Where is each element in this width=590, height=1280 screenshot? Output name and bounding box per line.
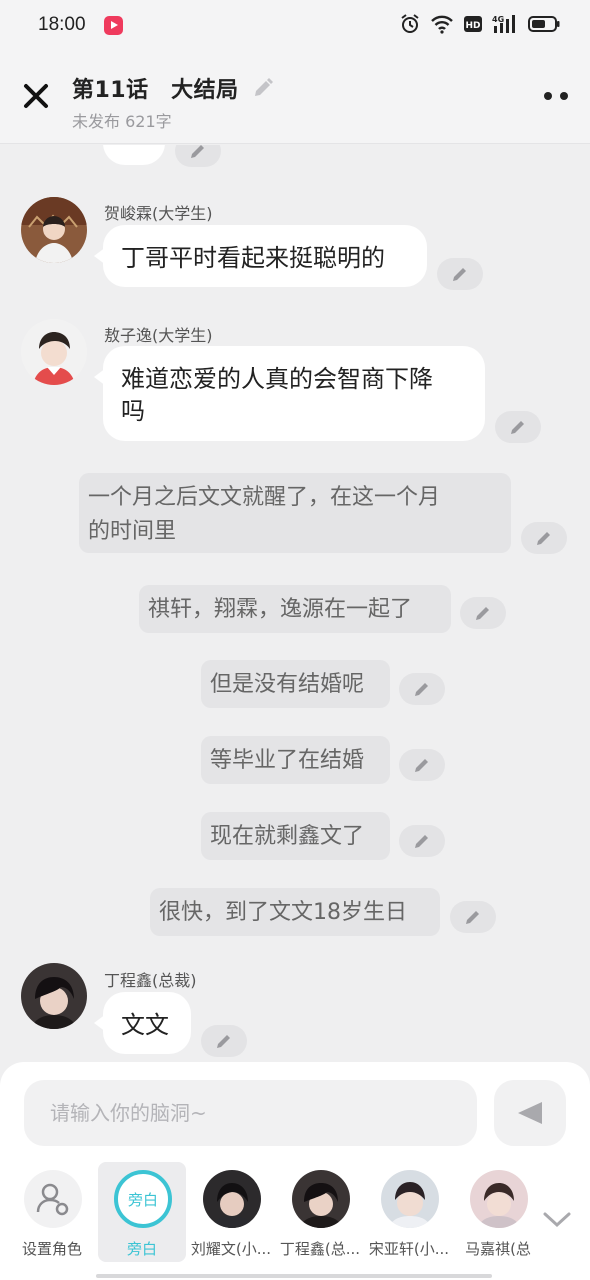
edit-message-button[interactable] bbox=[521, 522, 567, 554]
pencil-icon bbox=[453, 268, 466, 281]
role-character[interactable]: 丁程鑫(总... bbox=[276, 1162, 364, 1262]
screen-record-icon bbox=[104, 16, 123, 35]
role-label: 设置角色 bbox=[21, 1240, 82, 1258]
send-button[interactable] bbox=[494, 1080, 566, 1146]
narration-text: 但是没有结婚呢 bbox=[210, 672, 365, 697]
signal-4g-icon: 4G bbox=[492, 15, 515, 33]
edit-message-button[interactable] bbox=[437, 258, 483, 290]
role-label: 宋亚轩(小... bbox=[368, 1240, 450, 1258]
chevron-down-icon[interactable] bbox=[542, 1208, 572, 1230]
narration-bubble[interactable]: 现在就剩鑫文了 bbox=[201, 812, 390, 860]
chapter-title: 第11话 大结局 bbox=[72, 78, 239, 103]
edit-title-icon[interactable] bbox=[251, 76, 275, 100]
pencil-icon bbox=[511, 421, 524, 434]
narrator-badge: 旁白 bbox=[114, 1170, 172, 1228]
narration-text: 现在就剩鑫文了 bbox=[210, 824, 365, 849]
editor-header: 第11话 大结局 未发布 621字 bbox=[0, 52, 590, 144]
message-text-line: 难道恋爱的人真的会智商下降 bbox=[121, 365, 433, 393]
role-selector: 设置角色 旁白 旁白 刘耀文(小... 丁程鑫(总... 宋亚轩(小... 马嘉… bbox=[0, 1162, 590, 1262]
avatar[interactable] bbox=[21, 319, 87, 385]
narration-bubble[interactable]: 很快，到了文文18岁生日 bbox=[150, 888, 440, 936]
edit-message-button[interactable] bbox=[460, 597, 506, 629]
character-name: 敖子逸(大学生) bbox=[104, 326, 213, 345]
chat-area[interactable]: 贺峻霖(大学生) 丁哥平时看起来挺聪明的 敖子逸(大学生) 难道恋爱的人真的会智… bbox=[0, 145, 590, 1075]
narration-text-line: 的时间里 bbox=[88, 519, 177, 544]
role-narrator[interactable]: 旁白 旁白 bbox=[98, 1162, 186, 1262]
alarm-icon bbox=[401, 14, 419, 33]
narration-bubble[interactable]: 但是没有结婚呢 bbox=[201, 660, 390, 708]
role-label: 马嘉祺(总 bbox=[465, 1240, 531, 1258]
role-scrollbar[interactable] bbox=[96, 1274, 492, 1278]
pencil-icon bbox=[191, 145, 204, 158]
edit-message-button[interactable] bbox=[495, 411, 541, 443]
narrator-badge-text: 旁白 bbox=[127, 1190, 158, 1209]
set-role-icon-wrap bbox=[24, 1170, 82, 1228]
role-character[interactable]: 宋亚轩(小... bbox=[365, 1162, 453, 1262]
wifi-icon bbox=[431, 15, 453, 34]
chapter-status: 未发布 621字 bbox=[72, 112, 172, 131]
avatar bbox=[381, 1170, 439, 1228]
message-input[interactable] bbox=[24, 1080, 477, 1146]
avatar bbox=[470, 1170, 528, 1228]
hd-icon: HD bbox=[464, 16, 482, 32]
character-name: 贺峻霖(大学生) bbox=[104, 204, 213, 223]
narration-bubble[interactable]: 等毕业了在结婚 bbox=[201, 736, 390, 784]
narration-text: 很快，到了文文18岁生日 bbox=[159, 900, 407, 925]
edit-message-button[interactable] bbox=[201, 1025, 247, 1057]
user-settings-icon bbox=[36, 1183, 69, 1216]
avatar[interactable] bbox=[21, 197, 87, 263]
close-icon[interactable] bbox=[22, 82, 50, 110]
pencil-icon bbox=[415, 759, 428, 772]
partial-bubble bbox=[103, 145, 165, 165]
battery-icon bbox=[528, 16, 560, 32]
more-options-button[interactable] bbox=[544, 92, 568, 100]
status-icons: HD 4G bbox=[400, 13, 560, 35]
role-character[interactable]: 马嘉祺(总 bbox=[454, 1162, 542, 1262]
narration-bubble[interactable]: 一个月之后文文就醒了，在这一个月 的时间里 bbox=[79, 473, 511, 553]
narration-text: 祺轩，翔霖，逸源在一起了 bbox=[148, 597, 413, 622]
role-label: 旁白 bbox=[126, 1240, 157, 1258]
title-row: 第11话 大结局 bbox=[72, 72, 275, 104]
edit-message-button[interactable] bbox=[399, 825, 445, 857]
message-bubble[interactable]: 丁哥平时看起来挺聪明的 bbox=[94, 225, 427, 287]
message-text: 文文 bbox=[121, 1011, 169, 1039]
send-icon bbox=[518, 1102, 542, 1124]
edit-message-button[interactable] bbox=[175, 145, 221, 167]
pencil-icon bbox=[476, 607, 489, 620]
edit-message-button[interactable] bbox=[399, 673, 445, 705]
edit-message-button[interactable] bbox=[450, 901, 496, 933]
narration-text: 等毕业了在结婚 bbox=[210, 748, 365, 773]
pencil-icon bbox=[217, 1035, 230, 1048]
pencil-icon bbox=[537, 532, 550, 545]
message-bubble[interactable]: 难道恋爱的人真的会智商下降 吗 bbox=[94, 346, 485, 441]
avatar[interactable] bbox=[21, 963, 87, 1029]
role-label: 丁程鑫(总... bbox=[279, 1240, 361, 1258]
narration-bubble[interactable]: 祺轩，翔霖，逸源在一起了 bbox=[139, 585, 451, 633]
status-time: 18:00 bbox=[38, 14, 86, 35]
status-bar: 18:00 HD 4G bbox=[0, 0, 590, 52]
avatar bbox=[203, 1170, 261, 1228]
narration-text-line: 一个月之后文文就醒了，在这一个月 bbox=[88, 485, 441, 510]
message-bubble[interactable]: 文文 bbox=[94, 992, 191, 1054]
pencil-icon bbox=[415, 683, 428, 696]
role-label: 刘耀文(小... bbox=[190, 1240, 272, 1258]
message-text: 丁哥平时看起来挺聪明的 bbox=[121, 244, 385, 272]
composer-panel: 设置角色 旁白 旁白 刘耀文(小... 丁程鑫(总... 宋亚轩(小... bbox=[0, 1062, 590, 1280]
pencil-icon bbox=[415, 835, 428, 848]
edit-message-button[interactable] bbox=[399, 749, 445, 781]
avatar bbox=[292, 1170, 350, 1228]
character-name: 丁程鑫(总裁) bbox=[104, 971, 197, 990]
pencil-icon bbox=[466, 911, 479, 924]
svg-text:4G: 4G bbox=[492, 15, 504, 24]
role-character[interactable]: 刘耀文(小... bbox=[187, 1162, 275, 1262]
set-role-button[interactable]: 设置角色 bbox=[8, 1162, 96, 1262]
svg-text:HD: HD bbox=[465, 21, 480, 31]
